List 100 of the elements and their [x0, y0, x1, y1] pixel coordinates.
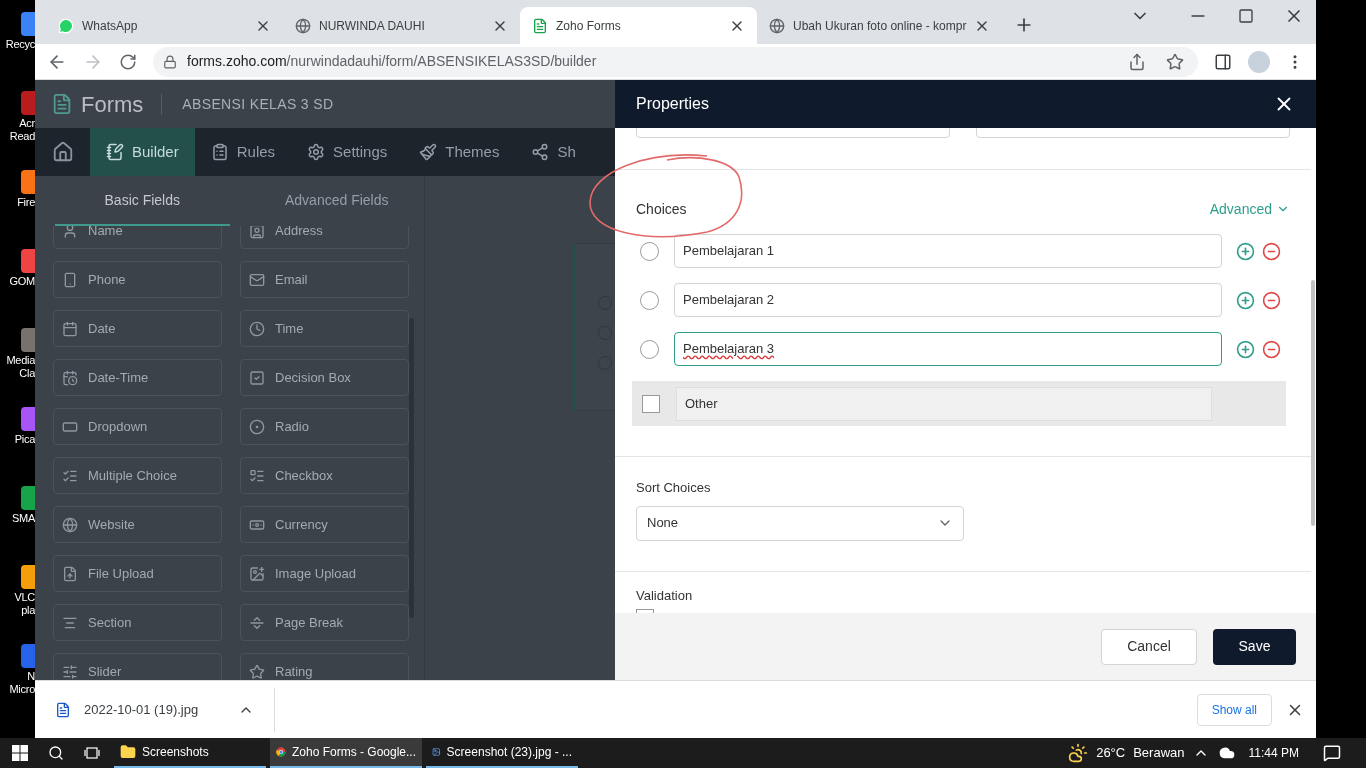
form-icon — [532, 17, 548, 34]
themes-icon — [419, 143, 438, 161]
taskbar-app[interactable]: Screenshot (23).jpg - ... — [426, 738, 578, 768]
field-type-button[interactable]: Rating — [240, 653, 409, 680]
field-type-button[interactable]: Radio — [240, 408, 409, 445]
rating-field-icon — [249, 663, 265, 680]
remove-icon[interactable] — [1262, 339, 1281, 359]
field-type-button[interactable]: Date-Time — [53, 359, 222, 396]
time-field-icon — [249, 320, 265, 337]
temperature: 26°C — [1096, 744, 1126, 763]
nav-tab[interactable]: Rules — [194, 128, 292, 176]
desktop-icon-label: N Micro — [9, 670, 35, 696]
nav-tab[interactable]: Themes — [403, 128, 516, 176]
other-input[interactable]: Other — [676, 386, 1212, 421]
taskbar-app[interactable]: Screenshots — [114, 738, 266, 768]
field-type-button[interactable]: Dropdown — [53, 408, 222, 445]
url-text: forms.zoho.com/nurwindadauhi/form/ABSENSIKELAS3SD/builder — [187, 52, 597, 71]
bookmark-star-icon[interactable] — [1166, 52, 1184, 71]
maximize-icon[interactable] — [1238, 8, 1254, 24]
field-type-button[interactable]: File Upload — [53, 555, 222, 592]
tab-title: NURWINDA DAUHI — [319, 17, 426, 35]
date-field-icon — [62, 320, 78, 337]
forms-logo-icon — [51, 93, 73, 115]
share-icon[interactable] — [1128, 52, 1146, 71]
field-type-button[interactable]: Currency — [240, 506, 409, 543]
image-field-icon — [249, 565, 265, 582]
field-type-button[interactable]: Image Upload — [240, 555, 409, 592]
name-field-icon — [62, 226, 78, 239]
task-view-icon[interactable] — [84, 745, 100, 761]
file-icon — [55, 701, 71, 718]
field-type-button[interactable]: Address — [240, 226, 409, 249]
tab-title: WhatsApp — [82, 17, 139, 35]
field-type-button[interactable]: Page Break — [240, 604, 409, 641]
field-type-button[interactable]: Date — [53, 310, 222, 347]
scrollbar[interactable] — [409, 318, 414, 618]
checkbox[interactable] — [642, 394, 660, 413]
nav-tab[interactable]: Sh — [515, 128, 592, 176]
side-panel-icon[interactable] — [1214, 52, 1232, 71]
field-type-button[interactable]: Multiple Choice — [53, 457, 222, 494]
save-button[interactable]: Save — [1213, 628, 1296, 665]
choice-input[interactable]: Pembelajaran 2 — [674, 283, 1222, 317]
clock[interactable]: 11:44 PM — [1248, 744, 1299, 762]
scrollbar[interactable] — [1311, 280, 1315, 526]
sort-select[interactable]: None — [636, 505, 964, 541]
weather-text: Berawan — [1133, 744, 1185, 763]
search-icon[interactable] — [48, 745, 64, 761]
download-file-name[interactable]: 2022-10-01 (19).jpg — [84, 699, 199, 720]
slider-field-icon — [62, 663, 78, 680]
settings-icon — [307, 143, 326, 161]
email-field-icon — [249, 271, 265, 288]
browser-tab[interactable]: WhatsApp — [46, 7, 283, 44]
field-type-button[interactable]: Section — [53, 604, 222, 641]
cancel-button[interactable]: Cancel — [1101, 628, 1197, 665]
nav-tab[interactable]: Builder — [90, 128, 195, 176]
taskbar-app[interactable]: Zoho Forms - Google... — [270, 738, 422, 768]
field-type-button[interactable]: Checkbox — [240, 457, 409, 494]
desktop-icon-label: SMA — [12, 512, 35, 525]
field-tab[interactable]: Advanced Fields — [249, 176, 424, 226]
show-all-button[interactable]: Show all — [1196, 693, 1272, 726]
field-tab[interactable]: Basic Fields — [55, 176, 230, 226]
desktop-icon-label: Acr Read — [9, 117, 35, 143]
section-label: Choices — [636, 199, 687, 219]
lock-icon — [163, 54, 177, 69]
file-field-icon — [62, 565, 78, 582]
windows-logo-icon[interactable] — [12, 745, 28, 761]
tab-title: Zoho Forms — [556, 17, 622, 35]
field-type-button[interactable]: Website — [53, 506, 222, 543]
field-type-button[interactable]: Name — [53, 226, 222, 249]
add-icon[interactable] — [1236, 339, 1255, 359]
address-bar[interactable]: forms.zoho.com/nurwindadauhi/form/ABSENSIKELAS3SD/builder — [153, 46, 1198, 77]
advanced-link[interactable]: Advanced — [1209, 198, 1290, 220]
field-type-button[interactable]: Slider — [53, 653, 222, 680]
choice-input[interactable]: Pembelajaran 1 — [674, 234, 1222, 268]
share-icon — [531, 143, 550, 161]
field-type-button[interactable]: Email — [240, 261, 409, 298]
add-icon[interactable] — [1236, 241, 1255, 261]
weather-icon[interactable] — [1068, 743, 1089, 763]
pagebreak-field-icon — [249, 614, 265, 631]
section-label: Validation — [636, 586, 694, 605]
browser-icon — [276, 744, 286, 760]
field-type-button[interactable]: Time — [240, 310, 409, 347]
tab-title: Ubah Ukuran foto online - kompr — [793, 17, 967, 35]
radio-field-icon — [249, 418, 265, 435]
add-icon[interactable] — [1236, 290, 1255, 310]
remove-icon[interactable] — [1262, 241, 1281, 261]
reload-icon[interactable] — [119, 52, 137, 71]
browser-tab[interactable]: NURWINDA DAUHI — [283, 7, 520, 44]
globe-icon — [769, 17, 785, 34]
browser-tab[interactable]: Ubah Ukuran foto online - kompr — [757, 7, 1003, 44]
browser-tab[interactable]: Zoho Forms — [520, 7, 757, 44]
field-type-button[interactable]: Decision Box — [240, 359, 409, 396]
cloud-icon[interactable] — [1218, 745, 1235, 761]
chat-bubble-icon — [58, 17, 74, 34]
field-type-button[interactable]: Phone — [53, 261, 222, 298]
decision-field-icon — [249, 369, 265, 386]
folder-icon — [120, 744, 136, 760]
choice-input[interactable]: Pembelajaran 3 — [674, 332, 1222, 366]
remove-icon[interactable] — [1262, 290, 1281, 310]
nav-tab[interactable]: Settings — [291, 128, 404, 176]
notifications-icon[interactable] — [1323, 744, 1341, 762]
